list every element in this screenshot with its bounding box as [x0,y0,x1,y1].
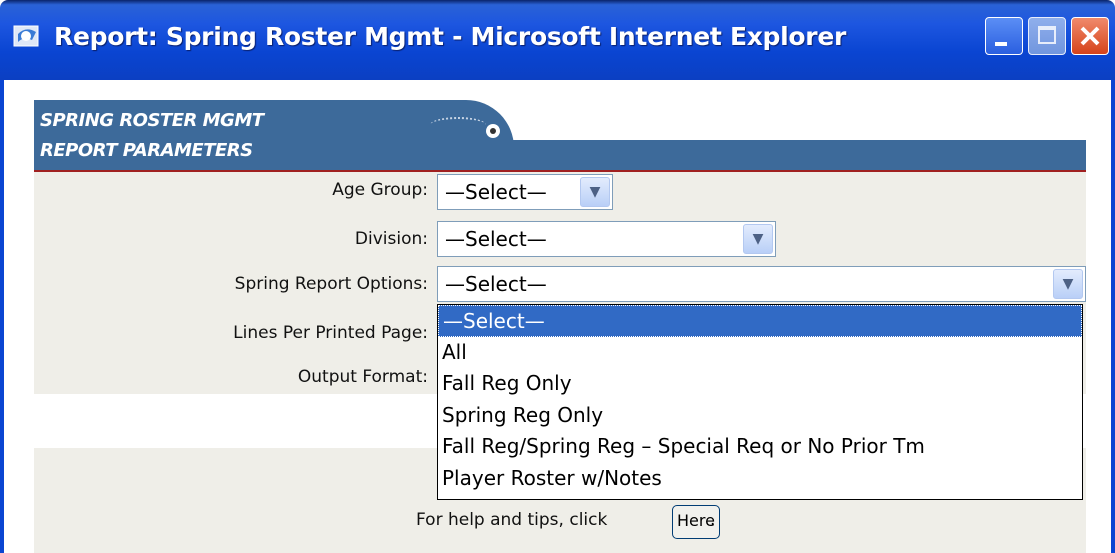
chevron-down-icon[interactable]: ▼ [580,177,610,207]
division-value: —Select— [445,227,547,251]
lines-per-page-label: Lines Per Printed Page: [233,323,428,343]
spring-report-options-dropdown[interactable]: —Select— All Fall Reg Only Spring Reg On… [437,304,1083,500]
output-format-label: Output Format: [297,367,428,387]
dropdown-option[interactable]: —Select— [438,305,1082,337]
chevron-down-icon[interactable]: ▼ [743,224,773,254]
division-select[interactable]: —Select— ▼ [437,221,776,257]
maximize-button[interactable] [1028,17,1066,55]
close-icon [1080,26,1100,46]
spring-report-options-select[interactable]: —Select— ▼ [437,266,1086,302]
window-title: Report: Spring Roster Mgmt - Microsoft I… [54,22,847,51]
spring-report-options-value: —Select— [445,272,547,296]
close-button[interactable] [1071,17,1109,55]
internet-explorer-icon [13,25,39,47]
report-header-title: SPRING ROSTER MGMT REPORT PARAMETERS [40,106,264,166]
dropdown-option[interactable]: Spring Reg Only [438,400,1082,432]
soccer-ball-icon [486,124,500,138]
chevron-down-icon[interactable]: ▼ [1053,269,1083,299]
header-line-2: REPORT PARAMETERS [40,140,253,161]
header-line-1: SPRING ROSTER MGMT [40,110,264,131]
age-group-value: —Select— [445,180,547,204]
age-group-label: Age Group: [332,180,428,200]
minimize-button[interactable] [985,17,1023,55]
dropdown-option[interactable]: Fall Reg Only [438,368,1082,400]
dropdown-option[interactable]: Fall Reg/Spring Reg – Special Req or No … [438,431,1082,463]
division-label: Division: [354,229,428,249]
help-period: . [710,510,716,530]
window-titlebar: Report: Spring Roster Mgmt - Microsoft I… [0,0,1115,80]
dropdown-option[interactable]: All [438,337,1082,369]
help-text: For help and tips, click [416,510,608,530]
ball-trail [430,117,486,133]
age-group-select[interactable]: —Select— ▼ [437,174,613,210]
spring-report-options-label: Spring Report Options: [234,274,428,294]
dropdown-option[interactable]: Player Roster w/Notes [438,463,1082,495]
